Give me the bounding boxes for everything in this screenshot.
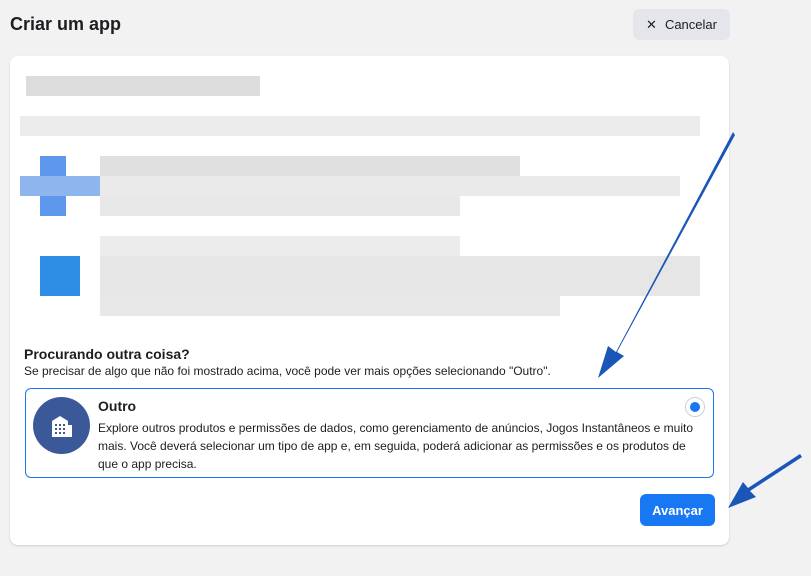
page-title: Criar um app <box>10 14 122 34</box>
cancel-button[interactable]: ✕ Cancelar <box>633 9 730 40</box>
option-description: Explore outros produtos e permissões de … <box>98 421 694 471</box>
option-title: Outro <box>98 398 137 414</box>
option-outro[interactable]: Outro Explore outros produtos e permissõ… <box>25 388 714 478</box>
blurred-block <box>20 116 700 136</box>
blurred-block <box>100 236 460 256</box>
next-button[interactable]: Avançar <box>640 494 715 526</box>
option-radio[interactable] <box>685 397 705 417</box>
arrow-to-next-button <box>728 454 802 508</box>
blurred-block <box>100 196 460 216</box>
blurred-block <box>26 76 260 96</box>
blurred-block <box>40 256 80 296</box>
blurred-block <box>100 256 700 296</box>
section-subtext: Se precisar de algo que não foi mostrado… <box>24 364 551 378</box>
building-icon <box>33 397 90 454</box>
section-heading: Procurando outra coisa? <box>24 346 190 362</box>
close-icon: ✕ <box>646 16 657 32</box>
blurred-block <box>100 296 560 316</box>
cancel-label: Cancelar <box>664 17 717 32</box>
radio-selected-dot <box>690 402 700 412</box>
blurred-block <box>20 176 100 196</box>
blurred-block <box>100 156 520 176</box>
blurred-block <box>100 176 680 196</box>
